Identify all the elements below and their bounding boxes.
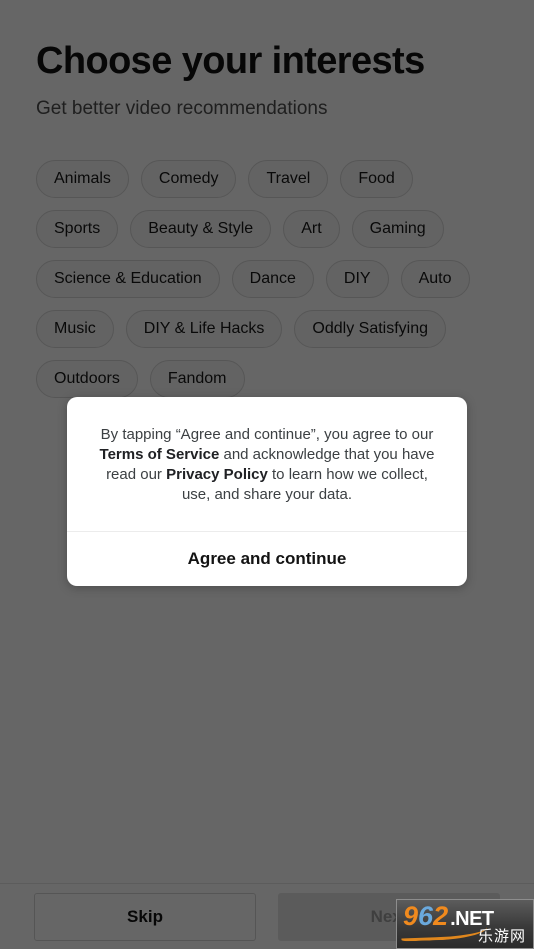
agree-and-continue-button[interactable]: Agree and continue [67, 531, 467, 586]
watermark-chinese-text: 乐游网 [477, 928, 526, 945]
privacy-policy-link[interactable]: Privacy Policy [166, 466, 268, 483]
terms-of-service-link[interactable]: Terms of Service [100, 446, 220, 463]
agree-and-continue-label: Agree and continue [187, 549, 347, 568]
app-screen: 4:29 Choose your interests Get better vi… [0, 0, 534, 949]
consent-dialog-text: By tapping “Agree and continue”, you agr… [67, 397, 467, 531]
site-watermark: 9 6 2 .NET 乐游网 [396, 899, 534, 949]
watermark-swoosh-icon [400, 919, 488, 942]
consent-text-part-1: By tapping “Agree and continue”, you agr… [100, 426, 434, 443]
consent-dialog: By tapping “Agree and continue”, you agr… [67, 397, 467, 586]
